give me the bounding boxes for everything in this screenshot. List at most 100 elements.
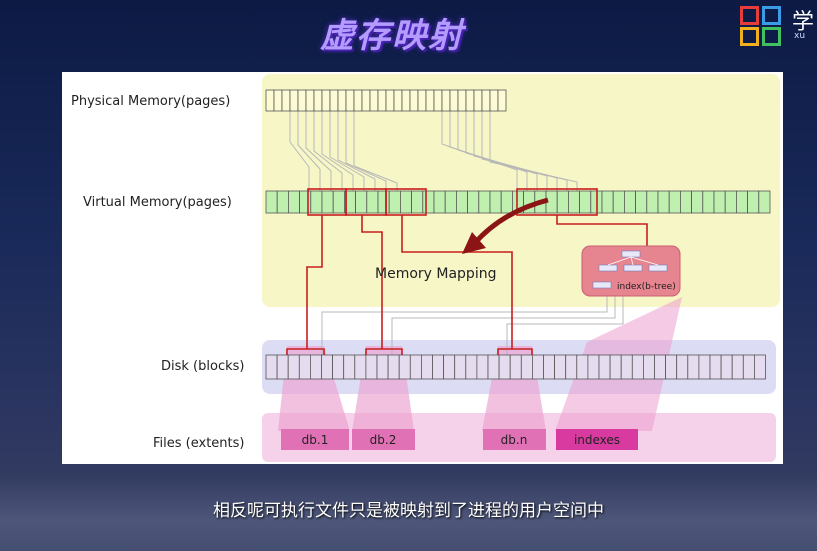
virtual-page-cell [668, 190, 681, 214]
disk-block-cell [554, 354, 567, 380]
logo-square-red [740, 6, 759, 25]
logo-subtext: xu [794, 31, 806, 41]
disk-block-cell [420, 354, 433, 380]
physical-page-cell [425, 89, 435, 112]
disk-block-cell [742, 354, 755, 380]
virtual-page-cell [747, 190, 760, 214]
memory-mapping-diagram: index(b-tree) Physical Memory(pages) Vir… [71, 74, 780, 462]
physical-page-cell [465, 89, 475, 112]
disk-blocks-row [265, 354, 766, 380]
logo-square-blue [762, 6, 781, 25]
memory-mapping-label: Memory Mapping [375, 266, 496, 282]
virtual-page-cell [556, 190, 569, 214]
physical-page-cell [457, 89, 467, 112]
virtual-page-cell [758, 190, 771, 214]
disk-block-cell [443, 354, 456, 380]
memory-mapping-slide: index(b-tree) Physical Memory(pages) Vir… [62, 72, 783, 464]
disk-block-cell [409, 354, 422, 380]
disk-block-cell [321, 354, 334, 380]
physical-page-cell [313, 89, 323, 112]
file-indexes-label: indexes [574, 433, 620, 447]
disk-block-cell [609, 354, 622, 380]
physical-page-cell [409, 89, 419, 112]
disk-block-cell [432, 354, 445, 380]
disk-block-cell [687, 354, 700, 380]
virtual-page-cell [713, 190, 726, 214]
virtual-page-cell [579, 190, 592, 214]
disk-block-cell [576, 354, 589, 380]
virtual-page-cell [657, 190, 670, 214]
virtual-page-cell [321, 190, 334, 214]
disk-block-cell [665, 354, 678, 380]
physical-page-cell [353, 89, 363, 112]
physical-page-cell [441, 89, 451, 112]
virtual-page-cell [399, 190, 412, 214]
disk-blocks-label: Disk (blocks) [161, 359, 244, 374]
disk-block-cell [531, 354, 544, 380]
virtual-page-cell [377, 190, 390, 214]
virtual-page-cell [736, 190, 749, 214]
physical-page-cell [433, 89, 443, 112]
index-label: index(b-tree) [617, 282, 676, 292]
physical-page-cell [393, 89, 403, 112]
virtual-page-cell [366, 190, 379, 214]
logo-square-yellow [740, 27, 759, 46]
disk-block-cell [598, 354, 611, 380]
disk-block-cell [365, 354, 378, 380]
disk-block-cell [265, 354, 278, 380]
physical-page-cell [377, 89, 387, 112]
physical-page-cell [329, 89, 339, 112]
file-db2-label: db.2 [370, 433, 397, 447]
virtual-page-cell [411, 190, 424, 214]
page-title: 虚存映射 [320, 16, 464, 56]
virtual-page-cell [332, 190, 345, 214]
virtual-page-cell [612, 190, 625, 214]
virtual-page-cell [567, 190, 580, 214]
virtual-page-cell [724, 190, 737, 214]
virtual-page-cell [299, 190, 312, 214]
virtual-page-cell [444, 190, 457, 214]
disk-block-cell [587, 354, 600, 380]
virtual-memory-label: Virtual Memory(pages) [83, 195, 232, 210]
disk-block-cell [454, 354, 467, 380]
virtual-page-cell [601, 190, 614, 214]
file-db1-label: db.1 [302, 433, 329, 447]
virtual-page-cell [355, 190, 368, 214]
disk-block-cell [731, 354, 744, 380]
virtual-page-cell [310, 190, 323, 214]
physical-page-cell [401, 89, 411, 112]
virtual-page-cell [646, 190, 659, 214]
disk-block-cell [498, 354, 511, 380]
physical-page-cell [361, 89, 371, 112]
disk-block-cell [476, 354, 489, 380]
disk-block-cell [654, 354, 667, 380]
virtual-page-cell [276, 190, 289, 214]
disk-block-cell [620, 354, 633, 380]
video-subtitle: 相反呢可执行文件只是被映射到了进程的用户空间中 [213, 501, 604, 521]
file-dbn-label: db.n [501, 433, 528, 447]
physical-memory-label: Physical Memory(pages) [71, 94, 230, 109]
virtual-page-cell [489, 190, 502, 214]
virtual-page-cell [388, 190, 401, 214]
disk-block-cell [565, 354, 578, 380]
virtual-page-cell [635, 190, 648, 214]
disk-block-cell [343, 354, 356, 380]
virtual-page-cell [433, 190, 446, 214]
virtual-page-cell [500, 190, 513, 214]
disk-block-cell [709, 354, 722, 380]
physical-page-cell [289, 89, 299, 112]
physical-page-cell [305, 89, 315, 112]
virtual-page-cell [680, 190, 693, 214]
physical-page-cell [417, 89, 427, 112]
virtual-page-cell [287, 190, 300, 214]
disk-block-cell [354, 354, 367, 380]
virtual-page-cell [467, 190, 480, 214]
physical-page-cell [489, 89, 499, 112]
physical-page-cell [369, 89, 379, 112]
physical-page-cell [297, 89, 307, 112]
physical-page-cell [337, 89, 347, 112]
disk-block-cell [509, 354, 522, 380]
disk-block-cell [754, 354, 766, 380]
disk-block-cell [398, 354, 411, 380]
physical-page-cell [473, 89, 483, 112]
